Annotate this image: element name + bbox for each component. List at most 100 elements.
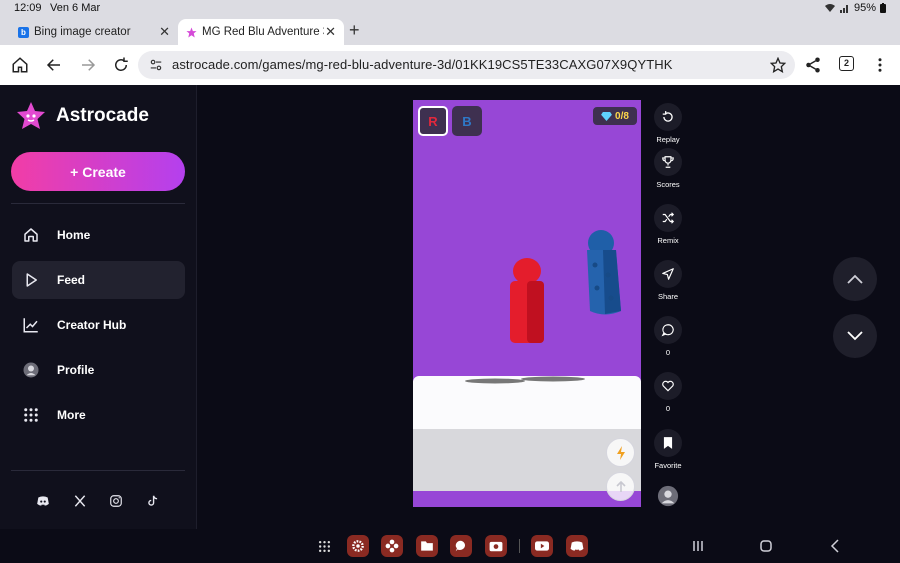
sidebar-item-label: Creator Hub	[57, 318, 127, 332]
browser-tab-strip: b Bing image creator ✕ MG Red Blu Advent…	[0, 17, 900, 45]
replay-icon	[662, 111, 673, 122]
back-icon[interactable]	[45, 56, 63, 74]
shuffle-icon	[662, 212, 675, 224]
youtube-app-icon[interactable]	[531, 535, 553, 557]
tab-mg-red-blu-adventure[interactable]: MG Red Blu Adventure 3D ✕	[178, 19, 344, 45]
share-icon[interactable]	[804, 56, 822, 74]
scroll-up-button[interactable]	[833, 257, 877, 301]
sidebar-item-label: Feed	[57, 273, 86, 287]
remix-action[interactable]: Remix	[652, 204, 684, 245]
back-button-icon[interactable]	[827, 538, 843, 554]
trophy-icon	[662, 156, 674, 168]
scroll-down-button[interactable]	[833, 314, 877, 358]
bookmark-star-icon[interactable]	[770, 57, 786, 73]
close-icon[interactable]: ✕	[325, 24, 336, 40]
ground-shadows	[465, 376, 585, 384]
system-taskbar	[0, 529, 900, 563]
battery-icon	[880, 3, 886, 13]
status-time: 12:09	[14, 2, 42, 14]
tab-bing-image-creator[interactable]: b Bing image creator ✕	[10, 19, 178, 45]
sidebar: Astrocade + Create Home Feed Creator Hub…	[0, 85, 197, 529]
favorite-button[interactable]	[654, 429, 682, 457]
instagram-icon[interactable]	[109, 494, 123, 508]
send-icon	[662, 268, 674, 280]
comment-count: 0	[665, 348, 671, 357]
messages-app-icon[interactable]	[450, 535, 472, 557]
replay-action[interactable]: Replay	[652, 103, 684, 144]
share-action[interactable]: Share	[652, 260, 684, 301]
tab-title: MG Red Blu Adventure 3D	[202, 26, 324, 38]
comment-button[interactable]	[654, 316, 682, 344]
lightning-icon	[616, 445, 625, 460]
comment-action[interactable]: 0	[652, 316, 684, 357]
recent-apps-icon[interactable]	[690, 538, 706, 554]
menu-dots-icon[interactable]	[871, 56, 889, 74]
taskbar-divider	[519, 539, 520, 553]
browser-toolbar: astrocade.com/games/mg-red-blu-adventure…	[0, 45, 900, 85]
camera-app-icon[interactable]	[485, 535, 507, 557]
brand-name[interactable]: Astrocade	[56, 105, 149, 127]
share-button[interactable]	[654, 260, 682, 288]
bookmark-icon	[663, 437, 673, 449]
home-button-icon[interactable]	[758, 538, 774, 554]
chevron-up-icon	[847, 274, 863, 284]
action-label: Favorite	[654, 461, 682, 470]
wifi-icon	[824, 4, 835, 12]
remix-button[interactable]	[654, 204, 682, 232]
divider	[11, 470, 185, 471]
x-icon[interactable]	[73, 494, 87, 508]
like-button[interactable]	[654, 372, 682, 400]
scores-action[interactable]: Scores	[652, 148, 684, 189]
settings-app-icon[interactable]	[347, 535, 369, 557]
signal-icon	[839, 5, 848, 13]
chart-icon	[23, 318, 38, 333]
sidebar-item-home[interactable]: Home	[12, 216, 185, 254]
url-text[interactable]: astrocade.com/games/mg-red-blu-adventure…	[172, 57, 673, 72]
jump-button[interactable]	[606, 472, 635, 501]
new-tab-icon[interactable]: +	[349, 20, 360, 41]
address-bar[interactable]: astrocade.com/games/mg-red-blu-adventure…	[138, 51, 795, 79]
divider	[11, 203, 185, 204]
astrocade-star-icon	[186, 26, 197, 38]
game-canvas[interactable]: R B 0/8	[413, 100, 641, 507]
home-icon[interactable]	[11, 56, 29, 74]
home-icon	[24, 228, 38, 242]
create-button[interactable]: + Create	[11, 152, 185, 191]
like-count: 0	[665, 404, 671, 413]
sidebar-item-label: Home	[57, 228, 91, 242]
like-action[interactable]: 0	[652, 372, 684, 413]
discord-app-icon[interactable]	[566, 535, 588, 557]
action-label: Share	[657, 292, 678, 301]
sidebar-item-feed[interactable]: Feed	[12, 261, 185, 299]
astrocade-logo-icon[interactable]	[16, 101, 46, 131]
sidebar-item-more[interactable]: More	[12, 396, 185, 434]
creator-avatar[interactable]	[657, 485, 679, 507]
tab-switcher-button[interactable]: 2	[839, 56, 854, 71]
sidebar-item-creator-hub[interactable]: Creator Hub	[12, 306, 185, 344]
forward-icon[interactable]	[79, 56, 97, 74]
close-icon[interactable]: ✕	[159, 24, 170, 40]
grid-icon	[24, 408, 38, 422]
replay-button[interactable]	[654, 103, 682, 131]
sidebar-item-profile[interactable]: Profile	[12, 351, 185, 389]
files-app-icon[interactable]	[416, 535, 438, 557]
comment-icon	[661, 324, 674, 337]
red-player	[510, 258, 544, 343]
discord-icon[interactable]	[36, 494, 50, 508]
scores-button[interactable]	[654, 148, 682, 176]
site-settings-icon[interactable]	[149, 58, 163, 72]
blue-player	[587, 230, 621, 315]
avatar-icon	[23, 362, 39, 378]
app-drawer-icon[interactable]	[318, 540, 331, 553]
tiktok-icon[interactable]	[146, 494, 160, 508]
favorite-action[interactable]: Favorite	[652, 429, 684, 470]
bing-icon: b	[18, 26, 29, 38]
arrow-up-icon	[615, 480, 626, 492]
action-label: Replay	[656, 135, 680, 144]
boost-button[interactable]	[606, 438, 635, 467]
battery-percent: 95%	[853, 2, 876, 14]
flower-app-icon[interactable]	[381, 535, 403, 557]
sidebar-item-label: Profile	[57, 363, 95, 377]
reload-icon[interactable]	[112, 56, 130, 74]
action-label: Scores	[656, 180, 680, 189]
